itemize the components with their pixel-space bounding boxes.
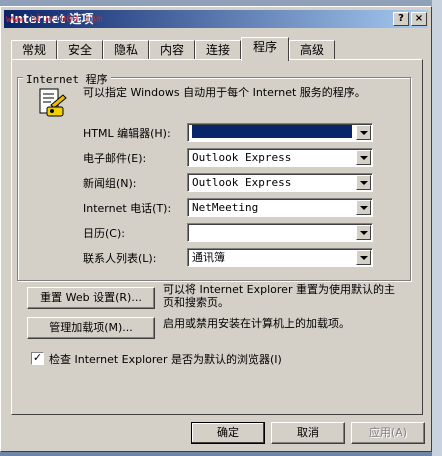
- help-button[interactable]: ?: [393, 12, 409, 26]
- apply-button[interactable]: 应用(A): [351, 422, 425, 444]
- internet-call-select[interactable]: NetMeeting: [187, 198, 373, 217]
- chevron-down-icon[interactable]: [356, 250, 371, 265]
- tab-general[interactable]: 常规: [11, 40, 57, 59]
- calendar-label: 日历(C):: [83, 227, 125, 240]
- tab-content[interactable]: 内容: [149, 40, 195, 59]
- chevron-down-icon[interactable]: [356, 200, 371, 215]
- html-editor-select[interactable]: [187, 123, 373, 142]
- internet-call-value: NetMeeting: [192, 201, 259, 214]
- tab-programs[interactable]: 程序: [241, 37, 289, 61]
- chevron-down-icon[interactable]: [356, 150, 371, 165]
- default-browser-checkbox[interactable]: ✓: [31, 352, 44, 365]
- tab-connections[interactable]: 连接: [195, 40, 241, 59]
- contact-list-label: 联系人列表(L):: [83, 252, 157, 265]
- tab-strip: 常规 安全 隐私 内容 连接 程序 高级: [11, 37, 425, 61]
- newsgroups-value: Outlook Express: [192, 176, 292, 189]
- contact-list-select[interactable]: 通讯簿: [187, 248, 373, 267]
- manage-addons-button[interactable]: 管理加载项(M)...: [27, 317, 155, 339]
- default-browser-label[interactable]: 检查 Internet Explorer 是否为默认的浏览器(I): [49, 351, 282, 367]
- reset-web-settings-button[interactable]: 重置 Web 设置(R)...: [27, 287, 155, 309]
- ok-button[interactable]: 确定: [191, 422, 265, 444]
- tab-privacy[interactable]: 隐私: [103, 40, 149, 59]
- chevron-down-icon[interactable]: [356, 225, 371, 240]
- chevron-down-icon[interactable]: [356, 175, 371, 190]
- addons-help-text: 启用或禁用安装在计算机上的加载项。: [163, 317, 350, 330]
- cancel-button[interactable]: 取消: [271, 422, 345, 444]
- email-select[interactable]: Outlook Express: [187, 148, 373, 167]
- email-value: Outlook Express: [192, 151, 292, 164]
- background-window-edge: [432, 0, 442, 456]
- close-button[interactable]: ×: [411, 12, 427, 26]
- internet-options-dialog: Internet 选项 ? × 常规 安全 隐私 内容 连接 程序 高级 Int…: [0, 6, 432, 452]
- programs-icon: [39, 88, 67, 117]
- html-editor-label: HTML 编辑器(H):: [83, 127, 171, 140]
- tab-security[interactable]: 安全: [57, 40, 103, 59]
- html-editor-value: [192, 125, 352, 138]
- calendar-select[interactable]: [187, 223, 373, 242]
- newsgroups-label: 新闻组(N):: [83, 177, 137, 190]
- reset-help-text: 可以将 Internet Explorer 重置为使用默认的主页和搜索页。: [163, 283, 395, 309]
- contact-list-value: 通讯簿: [192, 251, 225, 264]
- chevron-down-icon[interactable]: [356, 125, 371, 140]
- programs-description: 可以指定 Windows 自动用于每个 Internet 服务的程序。: [83, 86, 366, 99]
- tab-advanced[interactable]: 高级: [289, 40, 335, 59]
- email-label: 电子邮件(E):: [83, 152, 147, 165]
- group-title: Internet 程序: [23, 71, 111, 87]
- newsgroups-select[interactable]: Outlook Express: [187, 173, 373, 192]
- watermark: www.blue1000.com: [6, 14, 103, 25]
- internet-call-label: Internet 电话(T):: [83, 202, 172, 215]
